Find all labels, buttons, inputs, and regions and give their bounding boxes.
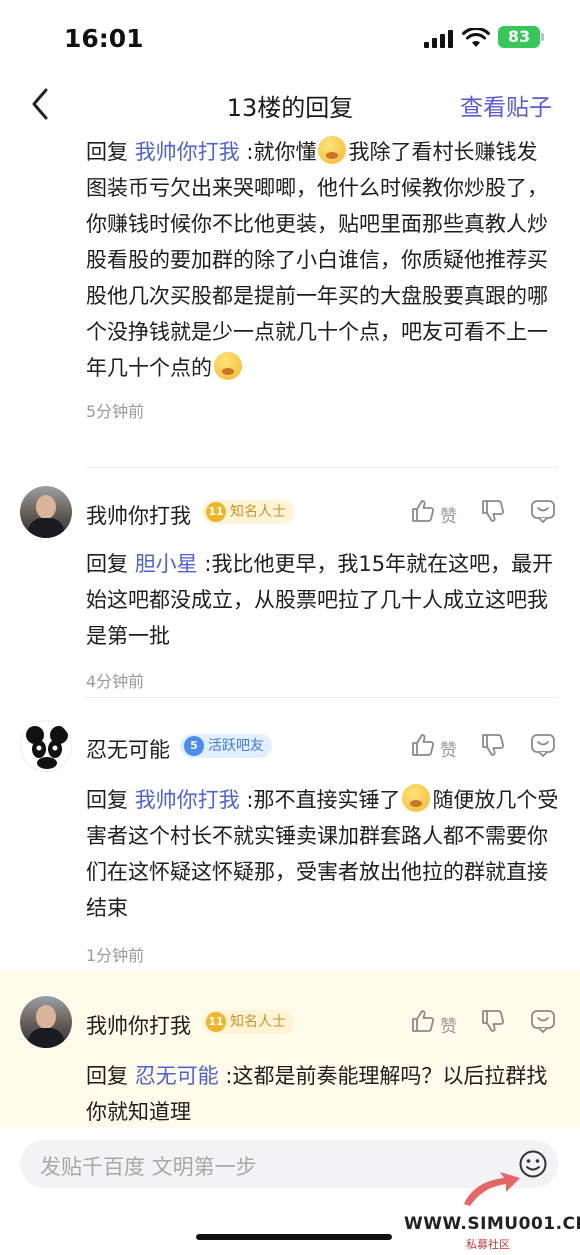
comment-actions: 赞 <box>410 732 560 762</box>
divider <box>86 467 558 468</box>
avatar[interactable] <box>20 486 72 538</box>
floor-reply-block: 回复 我帅你打我 :就你懂 我除了看村长赚钱发图装币亏欠出来哭唧唧，他什么时候教你… <box>86 134 556 422</box>
like-button[interactable] <box>410 498 436 528</box>
nav-bar: 13楼的回复 查看贴子 <box>0 78 580 130</box>
mention-link[interactable]: 忍无可能 <box>135 1064 219 1088</box>
reply-prefix: 回复 <box>86 1064 135 1088</box>
username[interactable]: 忍无可能 <box>86 734 170 764</box>
badge-level: 5 <box>184 736 204 756</box>
comment-body: 回复 我帅你打我 :那不直接实锤了 随便放几个受害者这个村长不就实锤卖课加群套路人… <box>86 782 560 966</box>
like-button[interactable] <box>410 732 436 762</box>
badge-level: 11 <box>206 502 226 522</box>
reply-button[interactable] <box>530 1008 556 1038</box>
avatar[interactable] <box>20 996 72 1048</box>
badge-label: 活跃吧友 <box>208 738 264 754</box>
like-label: 赞 <box>440 1017 457 1037</box>
reply-text: 回复 忍无可能 :这都是前奏能理解吗？以后拉群找你就知道理 <box>86 1058 560 1130</box>
comment-actions: 赞 <box>410 498 560 528</box>
badge-level: 11 <box>206 1012 226 1032</box>
thumb-down-icon <box>482 1010 505 1032</box>
thumb-up-icon <box>412 1010 435 1032</box>
thumb-down-icon <box>482 500 505 522</box>
user-badge: 5 活跃吧友 <box>180 734 272 758</box>
watermark-site: WWW.SIMU001.CN <box>404 1214 580 1234</box>
status-bar: 16:01 83 <box>0 0 580 78</box>
dislike-button[interactable] <box>480 498 506 528</box>
dislike-button[interactable] <box>480 732 506 762</box>
timestamp: 1分钟前 <box>86 946 145 965</box>
reply-prefix: 回复 <box>86 552 135 576</box>
reply-prefix: 回复 <box>86 140 135 164</box>
reply-text-a: :就你懂 <box>239 140 317 164</box>
user-badge: 11 知名人士 <box>202 500 294 524</box>
reply-text: 回复 胆小星 :我比他更早，我15年就在这吧，最开始这吧都没成立，从股票吧拉了几… <box>86 546 560 654</box>
timestamp: 4分钟前 <box>86 672 145 691</box>
badge-label: 知名人士 <box>230 504 286 520</box>
reply-thread-page: 16:01 83 13楼的回复 查看贴子 回复 我帅你打我 :就你懂 我除了看村长… <box>0 0 580 1255</box>
badge-label: 知名人士 <box>230 1014 286 1030</box>
panda-avatar-icon <box>26 726 68 769</box>
watermark-logo <box>464 1172 520 1206</box>
home-indicator <box>196 1234 392 1240</box>
reply-prefix: 回复 <box>86 788 135 812</box>
comment-icon <box>531 1010 555 1034</box>
battery-icon: 83 <box>498 26 540 48</box>
signal-icon <box>424 30 453 48</box>
mention-link[interactable]: 我帅你打我 <box>135 140 240 164</box>
mention-link[interactable]: 我帅你打我 <box>135 788 240 812</box>
thumb-up-icon <box>412 500 435 522</box>
comment-actions: 赞 <box>410 1008 560 1038</box>
thumb-down-icon <box>482 734 505 756</box>
timestamp: 5分钟前 <box>86 402 145 421</box>
reply-input-placeholder: 发贴千百度 文明第一步 <box>40 1155 257 1179</box>
reply-text: 回复 我帅你打我 :就你懂 我除了看村长赚钱发图装币亏欠出来哭唧唧，他什么时候教你… <box>86 134 556 386</box>
emoji-icon <box>318 136 347 164</box>
user-badge: 11 知名人士 <box>202 1010 294 1034</box>
view-post-link[interactable]: 查看贴子 <box>460 88 552 122</box>
emoji-icon <box>402 784 431 812</box>
bottom-bar: 发贴千百度 文明第一步 WWW.SIMU001.CN 私募社区 <box>0 1128 580 1255</box>
like-label: 赞 <box>440 741 457 761</box>
dislike-button[interactable] <box>480 1008 506 1038</box>
comment-icon <box>531 500 555 524</box>
comment-body: 回复 忍无可能 :这都是前奏能理解吗？以后拉群找你就知道理 <box>86 1058 560 1130</box>
reply-text-b: 我除了看村长赚钱发图装币亏欠出来哭唧唧，他什么时候教你炒股了，你赚钱时候你不比他… <box>86 140 548 380</box>
reply-text-a: :那不直接实锤了 <box>239 788 401 812</box>
emoji-icon <box>214 352 242 380</box>
comment-icon <box>531 734 555 758</box>
wifi-icon <box>462 28 490 47</box>
mention-link[interactable]: 胆小星 <box>135 552 198 576</box>
divider <box>86 697 558 698</box>
comment-body: 回复 胆小星 :我比他更早，我15年就在这吧，最开始这吧都没成立，从股票吧拉了几… <box>86 546 560 692</box>
reply-text: 回复 我帅你打我 :那不直接实锤了 随便放几个受害者这个村长不就实锤卖课加群套路人… <box>86 782 560 926</box>
reply-button[interactable] <box>530 732 556 762</box>
like-button[interactable] <box>410 1008 436 1038</box>
avatar[interactable] <box>20 720 72 772</box>
thumb-up-icon <box>412 734 435 756</box>
reply-button[interactable] <box>530 498 556 528</box>
username[interactable]: 我帅你打我 <box>86 500 191 530</box>
like-label: 赞 <box>440 507 457 527</box>
battery-tip <box>541 33 544 41</box>
watermark-sub: 私募社区 <box>466 1238 510 1251</box>
status-time: 16:01 <box>64 24 144 53</box>
username[interactable]: 我帅你打我 <box>86 1010 191 1040</box>
